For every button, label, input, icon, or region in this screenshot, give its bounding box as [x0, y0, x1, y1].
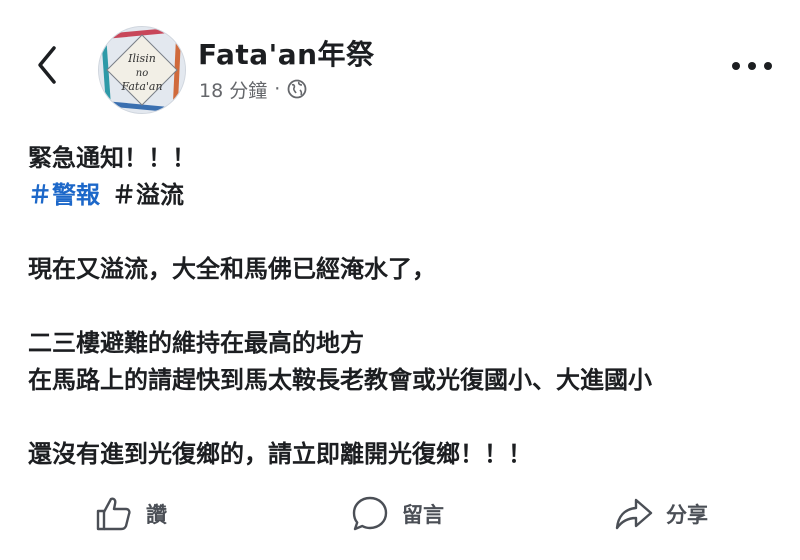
post-line: 現在又溢流，大全和馬佛已經淹水了，	[28, 255, 436, 283]
like-button[interactable]: 讚	[94, 486, 167, 542]
like-label: 讚	[146, 503, 167, 527]
chevron-left-icon	[38, 46, 56, 84]
meta-separator: ·	[274, 78, 281, 100]
comment-label: 留言	[402, 503, 444, 527]
svg-text:no: no	[136, 68, 148, 79]
page-name-link[interactable]: Fata'an年祭	[198, 33, 375, 73]
post-body: 緊急通知！！！ ＃警報 ＃溢流 現在又溢流，大全和馬佛已經淹水了， 二三樓避難的維…	[28, 140, 778, 473]
page-avatar[interactable]: Ilisin no Fata'an	[98, 26, 186, 114]
post-line: 在馬路上的請趕快到馬太鞍長老教會或光復國小、大進國小	[28, 366, 652, 394]
hashtag-link[interactable]: ＃溢流	[112, 181, 184, 209]
post-timestamp[interactable]: 18 分鐘	[199, 76, 267, 103]
svg-text:Fata'an: Fata'an	[120, 80, 162, 93]
comment-button[interactable]: 留言	[350, 486, 444, 542]
more-dot-icon	[748, 62, 756, 70]
post-header: Ilisin no Fata'an Fata'an年祭 18 分鐘 ·	[0, 0, 800, 120]
post-hashtags: ＃警報 ＃溢流	[28, 177, 778, 214]
share-arrow-icon	[615, 498, 653, 530]
more-dot-icon	[732, 62, 740, 70]
post-line: 二三樓避難的維持在最高的地方	[28, 329, 364, 357]
more-dot-icon	[764, 62, 772, 70]
post-line-alert: 緊急通知！！！	[28, 144, 196, 172]
svg-text:Ilisin: Ilisin	[127, 52, 156, 65]
share-button[interactable]: 分享	[614, 486, 708, 542]
back-button[interactable]	[28, 42, 68, 88]
comment-bubble-icon	[352, 496, 388, 531]
post-line: 還沒有進到光復鄉的，請立即離開光復鄉！！！	[28, 440, 532, 468]
more-options-button[interactable]	[732, 56, 772, 76]
globe-icon[interactable]	[287, 79, 307, 99]
hashtag-link[interactable]: ＃警報	[28, 181, 100, 209]
share-label: 分享	[666, 503, 708, 527]
post-meta: 18 分鐘 ·	[199, 76, 307, 102]
post-actions-bar: 讚 留言 分享	[0, 486, 800, 542]
thumbs-up-icon	[96, 497, 131, 531]
